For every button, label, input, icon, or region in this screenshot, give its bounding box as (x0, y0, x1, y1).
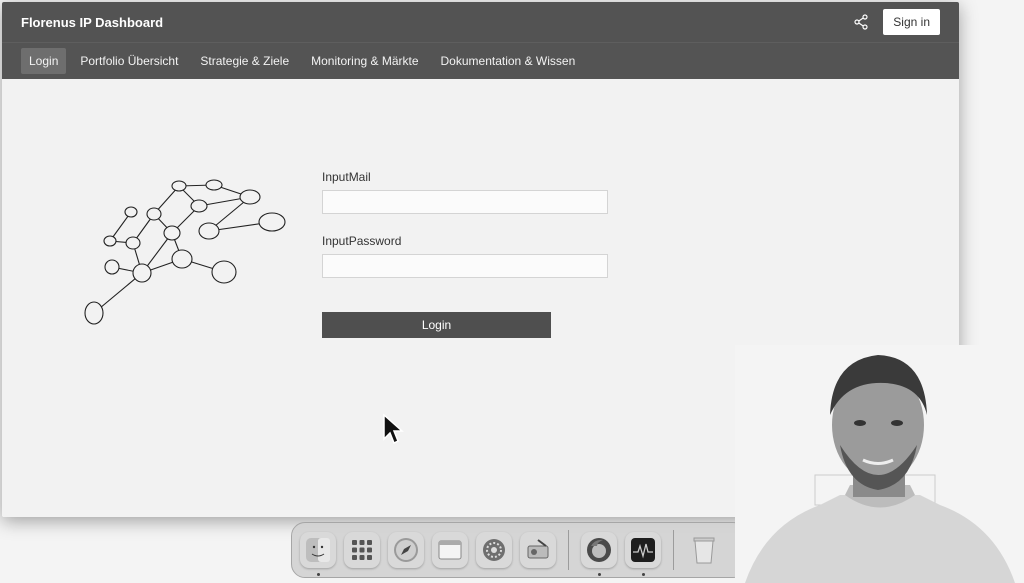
sign-in-button[interactable]: Sign in (883, 9, 940, 35)
finder-icon[interactable] (300, 532, 336, 576)
dock-separator (568, 530, 569, 570)
tab-dokumentation-wissen[interactable]: Dokumentation & Wissen (433, 48, 584, 74)
password-label: InputPassword (322, 234, 402, 248)
safari-icon[interactable] (388, 532, 424, 568)
tab-monitoring-maerkte[interactable]: Monitoring & Märkte (303, 48, 426, 74)
mouse-pointer-icon (383, 413, 404, 445)
share-icon[interactable] (853, 14, 869, 30)
disk-utility-icon[interactable] (520, 532, 556, 568)
password-input[interactable] (322, 254, 608, 278)
mail-label: InputMail (322, 170, 371, 184)
notes-icon[interactable] (432, 532, 468, 568)
running-indicator (316, 573, 320, 576)
app-header: Florenus IP Dashboard Sign in (2, 2, 959, 43)
login-button[interactable]: Login (322, 312, 551, 338)
network-graph-icon (84, 179, 286, 325)
nav-tabs: Login Portfolio Übersicht Strategie & Zi… (2, 43, 959, 79)
presenter-webcam-image (735, 345, 1024, 583)
tab-portfolio-uebersicht[interactable]: Portfolio Übersicht (72, 48, 186, 74)
macos-dock (291, 522, 747, 578)
system-settings-icon[interactable] (476, 532, 512, 568)
tab-strategie-ziele[interactable]: Strategie & Ziele (192, 48, 297, 74)
login-form: InputMail InputPassword Login (322, 170, 612, 338)
running-indicator (597, 573, 601, 576)
launchpad-icon[interactable] (344, 532, 380, 568)
running-indicator (641, 573, 645, 576)
firefox-icon[interactable] (581, 532, 617, 576)
app-title: Florenus IP Dashboard (21, 14, 164, 30)
trash-icon[interactable] (686, 532, 722, 568)
tab-login[interactable]: Login (21, 48, 67, 74)
activity-monitor-icon[interactable] (625, 532, 661, 576)
mail-input[interactable] (322, 190, 608, 214)
dock-separator (673, 530, 674, 570)
